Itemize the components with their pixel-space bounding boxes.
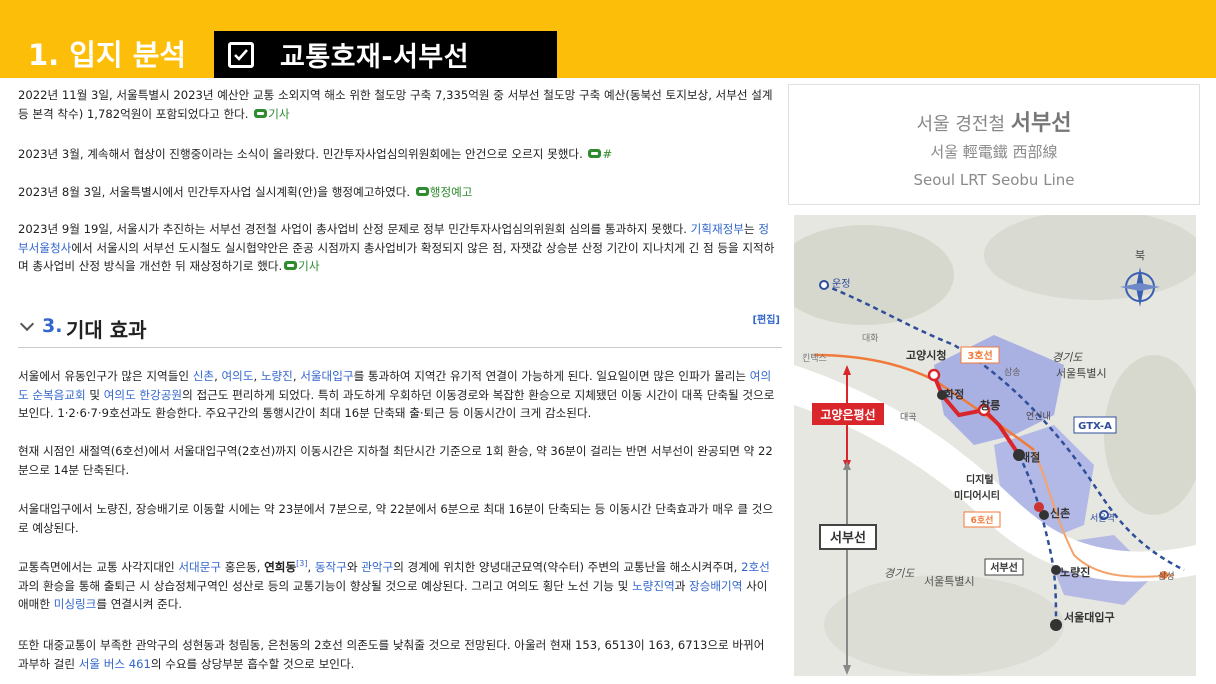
external-link-icon[interactable] (284, 261, 298, 270)
map-label-saejeol: 새절 (1020, 450, 1040, 464)
chevron-down-icon[interactable] (19, 316, 35, 332)
map-label-goyang: 고양시청 (906, 348, 946, 362)
text-run: 2023년 8월 3일, 서울특별시에서 민간투자사업 실시계획(안)을 행정예… (18, 185, 414, 199)
map-label-seoul2: 서울특별시 (924, 575, 975, 588)
text-run: 의 경계에 위치한 양녕대군묘역(약수터) 주변의 교통난을 해소시켜주며, (393, 560, 742, 574)
route-map: 북 운정 대화 킨텍스 고양시청 3호선 화정 대곡 삼송 창릉 연신내 경기도… (794, 215, 1196, 676)
map-label-goyangeun: 고양은평선 (820, 407, 875, 422)
inline-link[interactable]: 기획재정부 (691, 222, 744, 236)
external-link-icon[interactable] (415, 187, 429, 196)
map-label-changneung: 창릉 (980, 398, 1000, 412)
inline-link[interactable]: 기사 (298, 259, 319, 273)
text-run: 의 수요를 상당부분 흡수할 것으로 보인다. (150, 656, 355, 671)
map-label-line6: 6호선 (971, 514, 994, 526)
text-run: 2022년 11월 3일, 서울특별시 2023년 예산안 교통 소외지역 해소… (18, 88, 773, 121)
map-label-seobu2: 서부선 (990, 561, 1018, 574)
text-run: 2023년 3월, 계속해서 협상이 진행중이라는 소식이 올라왔다. 민간투자… (18, 147, 587, 161)
map-label-sinchon: 신촌 (1050, 506, 1070, 520)
map-label-samsong: 삼송 (1004, 367, 1021, 378)
map-label-gyeonggi: 경기도 (1052, 351, 1083, 364)
text-run: 서울대입구에서 노량진, 장승배기로 이동할 시에는 약 23분에서 7분으로,… (18, 502, 774, 535)
map-label-dmc1: 디지털 (966, 473, 994, 486)
text-run: 를 연결시켜 준다. (96, 597, 183, 611)
infobox-title: 서울 경전철 서부선 (789, 105, 1199, 137)
map-label-ungjeong: 운정 (832, 278, 850, 290)
inline-link[interactable]: [3] (296, 559, 307, 568)
infobox-header: 서울 경전철 서부선 서울 輕電鐵 西部線 Seoul LRT Seobu Li… (788, 84, 1200, 205)
inline-link[interactable]: 동작구 (315, 560, 347, 574)
text-run: 과의 환승을 통해 출퇴근 시 상습정체구역인 성산로 등의 교통기능이 향상될… (18, 578, 633, 593)
inline-link[interactable]: 노량진역 (632, 579, 675, 593)
effect-paragraph: 또한 대중교통이 부족한 관악구의 성현동과 청림동, 은천동의 2호선 의존도… (18, 636, 778, 673)
map-label-gyeonggi2: 경기도 (884, 567, 915, 580)
inline-link[interactable]: 서울대입구 (300, 369, 353, 383)
external-link-icon[interactable] (254, 108, 268, 118)
inline-link[interactable]: 2호선 (741, 560, 770, 574)
inline-link[interactable]: 관악구 (361, 560, 393, 574)
text-run: 와 (346, 560, 362, 574)
text-run: 는 (743, 222, 759, 236)
edit-link[interactable]: [편집] (752, 311, 780, 326)
inline-link[interactable]: 여의도 (221, 369, 253, 383)
checkbox-icon (228, 41, 254, 68)
text-run: 서울에서 유동인구가 많은 지역들인 (18, 369, 193, 383)
effect-paragraph: 현재 시점인 새절역(6호선)에서 서울대입구역(2호선)까지 이동시간은 지하… (18, 442, 778, 479)
inline-link[interactable]: 장승배기역 (689, 579, 742, 593)
map-label-hwajeong: 화정 (944, 387, 964, 401)
history-paragraph: 2023년 3월, 계속해서 협상이 진행중이라는 소식이 올라왔다. 민간투자… (18, 145, 778, 164)
history-paragraph: 2023년 8월 3일, 서울특별시에서 민간투자사업 실시계획(안)을 행정예… (18, 183, 778, 202)
text-run: 교통측면에서는 교통 사각지대인 (18, 560, 179, 574)
map-label-seoulstn: 서울역 (1090, 513, 1115, 524)
map-label-samseong: 삼성 (1158, 571, 1175, 582)
text-run: 및 (85, 387, 104, 402)
infobox-hanja: 서울 輕電鐵 西部線 (930, 143, 1058, 161)
text-run: 현재 시점인 새절역(6호선)에서 서울대입구역(2호선)까지 이동시간은 지하… (18, 444, 773, 477)
topic-title: 교통호재-서부선 (280, 42, 470, 73)
text-run: , (307, 560, 315, 574)
text-run: 과 (674, 578, 690, 593)
infobox-english: Seoul LRT Seobu Line (913, 171, 1075, 189)
inline-link[interactable]: 서울 버스 461 (79, 657, 151, 671)
map-label-dmc2: 미디어시티 (954, 489, 1000, 502)
text-run: 홍은동, (221, 560, 265, 574)
history-paragraph: 2023년 9월 19일, 서울시가 추진하는 서부선 경전철 사업이 총사업비… (18, 220, 778, 276)
map-label-seoul: 서울특별시 (1056, 367, 1107, 380)
map-label-daehwa: 대화 (862, 333, 879, 344)
text-run: 연희동 (264, 560, 297, 574)
history-paragraph: 2022년 11월 3일, 서울특별시 2023년 예산안 교통 소외지역 해소… (18, 86, 778, 123)
text-run: 에서 서울시의 서부선 도시철도 실시협약안은 준공 시점까지 총사업비가 확정… (18, 240, 775, 274)
effect-paragraph: 서울대입구에서 노량진, 장승배기로 이동할 시에는 약 23분에서 7분으로,… (18, 500, 778, 537)
map-label-snu: 서울대입구 (1064, 610, 1115, 624)
inline-link[interactable]: 서대문구 (178, 560, 221, 574)
text-run: , (253, 369, 261, 383)
map-label-line3: 3호선 (967, 349, 992, 362)
text-run: 를 통과하여 지역간 유기적 연결이 가능하게 된다. 일요일이면 많은 인파가… (353, 369, 750, 383)
inline-link[interactable]: 여의도 한강공원 (104, 388, 182, 402)
inline-link[interactable]: 미싱링크 (54, 597, 97, 611)
slide-title: 1. 입지 분석 (28, 38, 187, 72)
section-number: 3. (42, 315, 63, 337)
external-link-icon[interactable] (588, 149, 602, 158)
topic-box: 교통호재-서부선 (214, 31, 557, 78)
map-label-kintex: 킨텍스 (802, 353, 827, 364)
inline-link[interactable]: # (602, 147, 612, 161)
map-label-noryangjin: 노량진 (1060, 565, 1090, 579)
inline-link[interactable]: 행정예고 (430, 185, 473, 199)
effect-paragraph: 교통측면에서는 교통 사각지대인 서대문구 홍은동, 연희동[3], 동작구와 … (18, 558, 778, 614)
inline-link[interactable]: 기사 (268, 107, 289, 121)
map-label-seobu: 서부선 (830, 530, 866, 546)
effect-paragraph: 서울에서 유동인구가 많은 지역들인 신촌, 여의도, 노량진, 서울대입구를 … (18, 367, 778, 423)
inline-link[interactable]: 신촌 (193, 369, 214, 383)
section-heading: 3. 기대 효과 [편집] (18, 307, 782, 348)
map-label-gtx: GTX-A (1078, 421, 1112, 432)
map-label-yeonsinnae: 연신내 (1026, 411, 1051, 422)
text-run: 2023년 9월 19일, 서울시가 추진하는 서부선 경전철 사업이 총사업비… (18, 222, 691, 236)
section-title: 기대 효과 (66, 318, 147, 342)
compass-label: 북 (1135, 249, 1145, 262)
inline-link[interactable]: 노량진 (261, 369, 293, 383)
infobox-line-name: 서부선 (1010, 111, 1072, 136)
infobox-prefix: 서울 경전철 (916, 114, 1006, 135)
map-label-daegok: 대곡 (900, 412, 917, 423)
